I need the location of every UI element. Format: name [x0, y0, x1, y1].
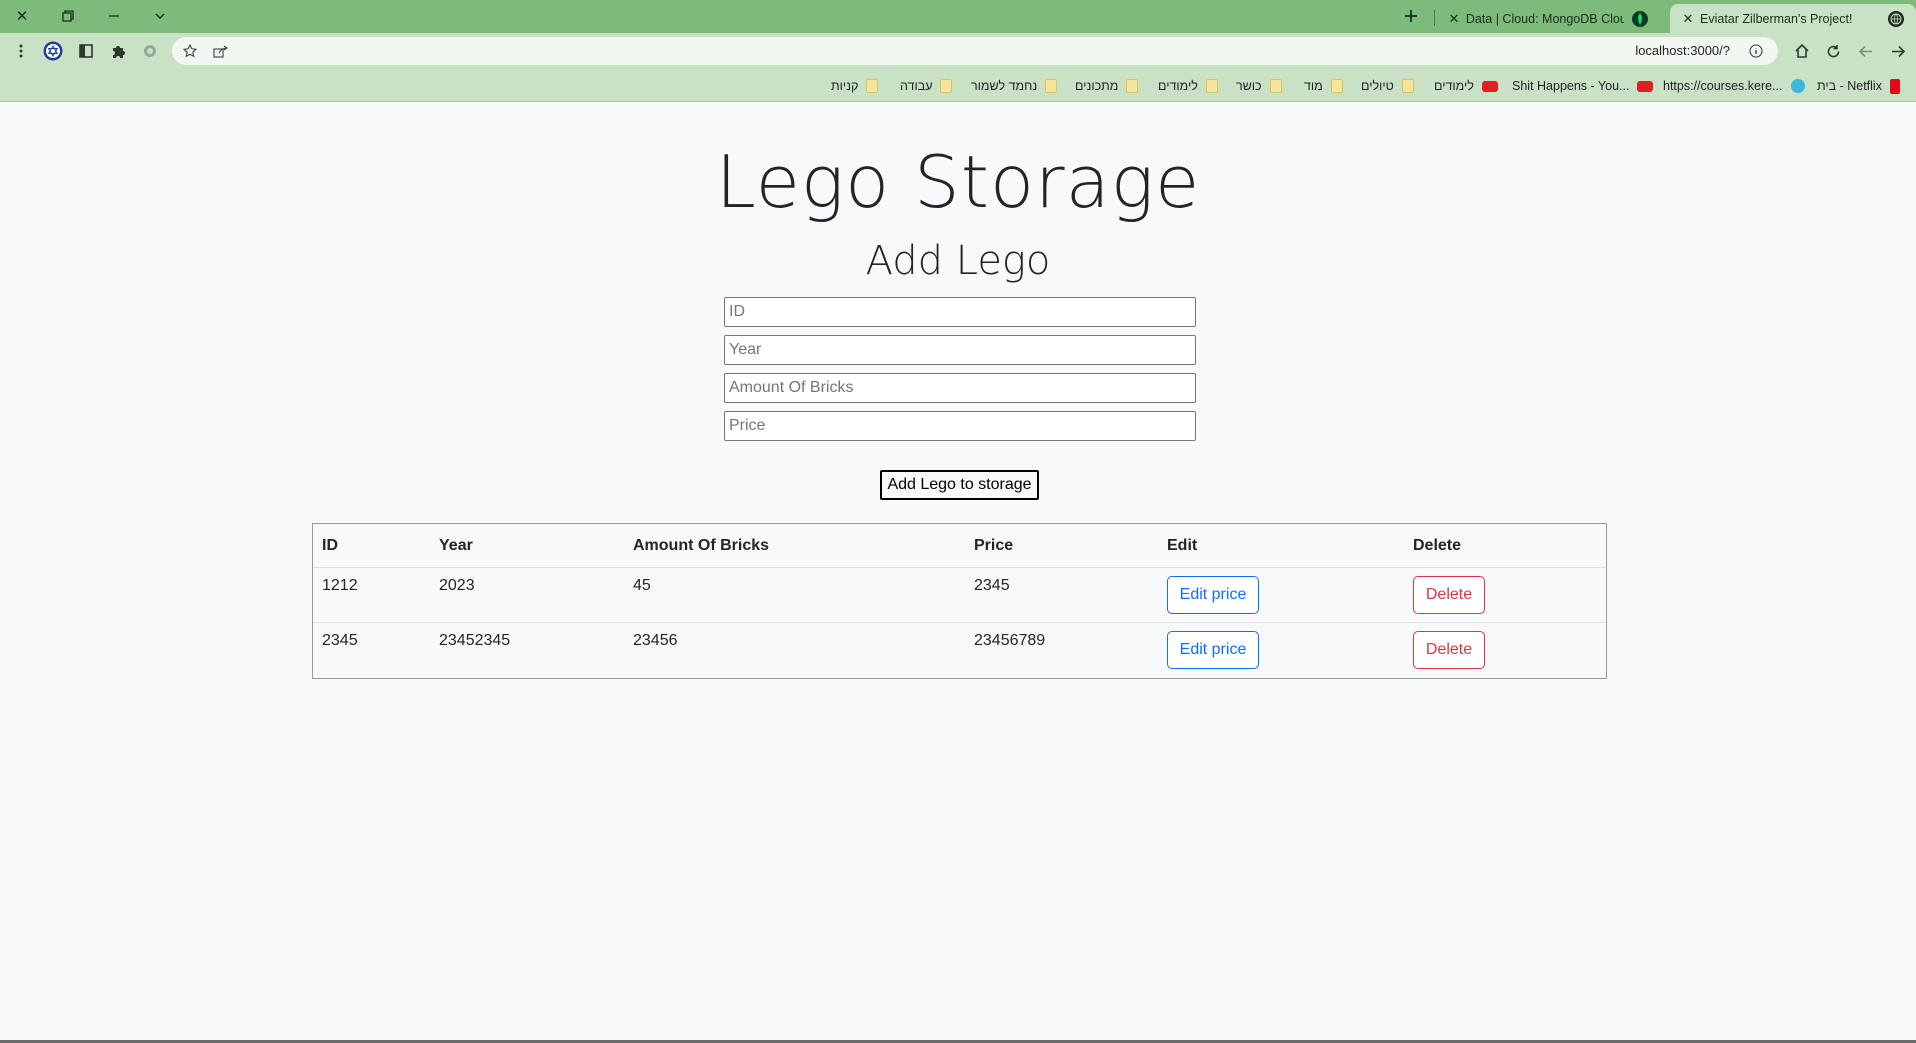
bookmark-label: טיולים [1361, 79, 1394, 93]
new-tab-icon[interactable] [1399, 4, 1423, 28]
menu-kebab-icon[interactable] [9, 39, 33, 63]
year-input[interactable] [724, 335, 1196, 365]
cell-bricks: 23456 [633, 632, 678, 649]
form-title: Add Lego [865, 238, 1051, 284]
bookmark-label: בית - Netflix [1817, 79, 1882, 93]
bookmark-courses[interactable]: https://courses.kere... [1663, 76, 1805, 96]
bookmark-label: עבודה [900, 79, 933, 93]
edit-price-button[interactable]: Edit price [1167, 631, 1259, 669]
bookmark-label: מוד [1304, 79, 1323, 93]
header-id: ID [322, 537, 338, 554]
bookmark-label: נחמד לשמור [971, 79, 1038, 93]
minimize-window-icon[interactable] [102, 4, 126, 28]
courses-icon [1790, 79, 1805, 93]
tab-title: Data | Cloud: MongoDB Cloud [1465, 11, 1625, 26]
bookmark-folder[interactable]: מתכונים [1075, 76, 1139, 96]
folder-icon [1126, 79, 1139, 93]
cell-year: 2023 [439, 577, 475, 594]
bookmark-label: לימודים [1158, 79, 1198, 93]
header-delete: Delete [1413, 537, 1462, 554]
bricks-input[interactable] [724, 373, 1196, 403]
page-title: Lego Storage [715, 140, 1201, 224]
folder-icon [866, 79, 879, 93]
extensions-puzzle-icon[interactable] [106, 39, 130, 63]
globe-icon [1888, 10, 1904, 27]
header-year: Year [439, 537, 473, 554]
row-divider [313, 567, 1606, 568]
delete-button[interactable]: Delete [1413, 631, 1485, 669]
row-divider [313, 622, 1606, 623]
tab-close-icon[interactable]: ✕ [1680, 11, 1696, 27]
lego-table: ID Year Amount Of Bricks Price Edit Dele… [312, 523, 1607, 679]
bookmark-folder[interactable]: כושר [1236, 76, 1282, 96]
header-bricks: Amount Of Bricks [633, 537, 770, 554]
bookmark-folder[interactable]: לימודים [1158, 76, 1218, 96]
header-price: Price [974, 537, 1014, 554]
youtube-icon [1637, 80, 1654, 92]
bookmark-netflix[interactable]: בית - Netflix [1817, 76, 1900, 96]
header-edit: Edit [1167, 537, 1198, 554]
home-icon[interactable] [1790, 39, 1814, 63]
browser-toolbar: localhost:3000/? [0, 33, 1916, 69]
folder-icon [1045, 79, 1058, 93]
cell-year: 23452345 [439, 632, 511, 649]
restore-window-icon[interactable] [56, 4, 80, 28]
cell-id: 2345 [322, 632, 358, 649]
mongodb-leaf-icon [1632, 10, 1648, 27]
tab-mongodb[interactable]: ✕ Data | Cloud: MongoDB Cloud [1436, 4, 1658, 33]
address-bar[interactable]: localhost:3000/? [172, 37, 1778, 65]
folder-icon [1205, 79, 1218, 93]
profile-avatar-icon[interactable] [41, 39, 65, 63]
folder-icon [1330, 79, 1343, 93]
bookmark-folder[interactable]: מוד [1304, 76, 1343, 96]
side-panel-icon[interactable] [74, 39, 98, 63]
site-info-icon[interactable] [1746, 41, 1766, 61]
bookmark-shit-happens[interactable]: Shit Happens - You... [1512, 76, 1654, 96]
cell-price: 23456789 [974, 632, 1046, 649]
bookmark-label: קניות [831, 79, 859, 93]
tab-title: Eviatar Zilberman's Project! [1700, 11, 1853, 26]
tab-close-icon[interactable]: ✕ [1446, 11, 1462, 27]
youtube-icon [1481, 80, 1498, 92]
id-input[interactable] [724, 297, 1196, 327]
cell-bricks: 45 [633, 577, 651, 594]
page-content: Lego Storage Add Lego Add Lego to storag… [0, 102, 1916, 1041]
bookmark-label: https://courses.kere... [1663, 79, 1783, 93]
cell-price: 2345 [974, 577, 1010, 594]
bookmark-limudim-yt[interactable]: לימודים [1434, 76, 1498, 96]
back-arrow-icon[interactable] [1853, 39, 1877, 63]
bookmark-folder[interactable]: קניות [831, 76, 879, 96]
share-icon[interactable] [210, 41, 230, 61]
bookmark-label: Shit Happens - You... [1512, 79, 1630, 93]
bookmark-folder[interactable]: טיולים [1361, 76, 1414, 96]
url-text: localhost:3000/? [1635, 43, 1730, 58]
reload-icon[interactable] [1821, 39, 1845, 63]
folder-icon [1401, 79, 1414, 93]
cell-id: 1212 [322, 577, 358, 594]
extension-icon[interactable] [138, 39, 162, 63]
tab-search-chevron-icon[interactable] [148, 4, 172, 28]
folder-icon [1269, 79, 1282, 93]
bookmark-folder[interactable]: נחמד לשמור [971, 76, 1058, 96]
edit-price-button[interactable]: Edit price [1167, 576, 1259, 614]
price-input[interactable] [724, 411, 1196, 441]
add-lego-button[interactable]: Add Lego to storage [880, 470, 1039, 500]
bookmark-label: כושר [1236, 79, 1262, 93]
tab-project[interactable]: ✕ Eviatar Zilberman's Project! [1670, 4, 1916, 33]
bookmark-star-icon[interactable] [180, 41, 200, 61]
bookmark-folder[interactable]: עבודה [900, 76, 953, 96]
bookmark-label: מתכונים [1075, 79, 1119, 93]
tab-bar: ✕ ✕ Data | Cloud: MongoDB Cloud ✕ Eviata… [0, 0, 1916, 33]
bookmark-label: לימודים [1434, 79, 1474, 93]
delete-button[interactable]: Delete [1413, 576, 1485, 614]
folder-icon [940, 79, 953, 93]
bookmarks-bar: בית - Netflix https://courses.kere... Sh… [0, 69, 1916, 102]
forward-arrow-icon[interactable] [1886, 39, 1910, 63]
netflix-icon [1889, 78, 1900, 94]
tab-separator [1434, 10, 1435, 26]
close-window-icon[interactable]: ✕ [10, 4, 34, 28]
